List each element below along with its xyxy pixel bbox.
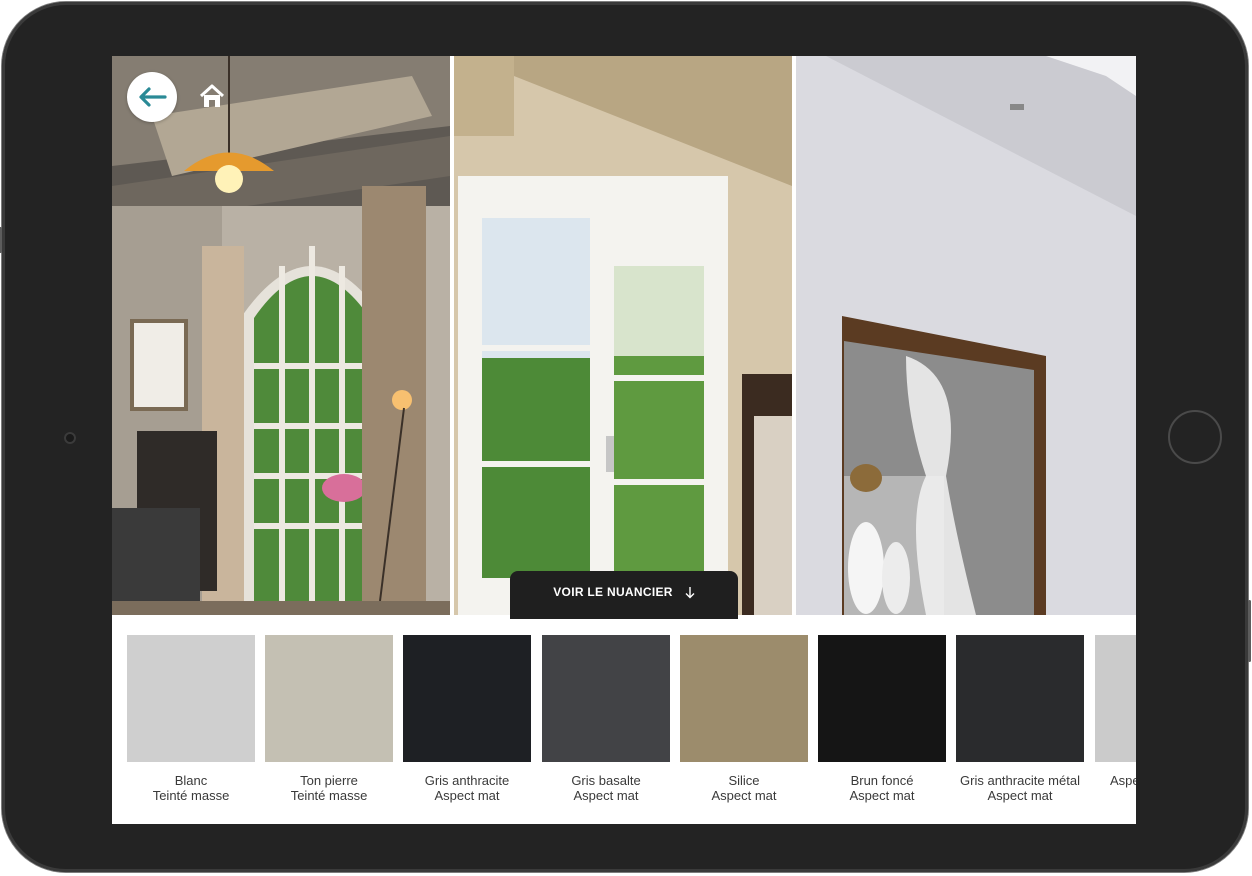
- swatch-name: Gris basalte: [571, 773, 641, 788]
- swatch-name: Ton pierre: [300, 773, 358, 788]
- interior-photo: [112, 56, 450, 615]
- swatch-color: [542, 635, 670, 762]
- voir-le-nuancier-button[interactable]: VOIR LE NUANCIER: [510, 571, 738, 619]
- window-photo: [454, 56, 792, 615]
- swatch-name: Blanc: [174, 773, 208, 788]
- swatch-brun-fonce[interactable]: Brun foncé Aspect mat: [818, 635, 946, 803]
- swatch-color: [1095, 635, 1136, 762]
- swatch-color: [127, 635, 255, 762]
- swatch-name: Gris anthracite: [424, 773, 510, 788]
- swatch-color: [956, 635, 1084, 762]
- swatch-color: [818, 635, 946, 762]
- swatch-silice[interactable]: Silice Aspect mat: [680, 635, 808, 803]
- tablet-home-button[interactable]: [1168, 410, 1222, 464]
- exterior-photo-illustration: [796, 56, 1136, 615]
- front-camera: [64, 432, 76, 444]
- voir-le-nuancier-label: VOIR LE NUANCIER: [553, 585, 673, 599]
- back-button[interactable]: [127, 72, 177, 122]
- swatch-finish: Aspect mat: [573, 788, 639, 803]
- swatch-name: Brun foncé: [850, 773, 914, 788]
- arrow-down-icon: [685, 586, 695, 598]
- swatch-gris-basalte[interactable]: Gris basalte Aspect mat: [542, 635, 670, 803]
- window-photo-illustration: [454, 56, 792, 615]
- exterior-photo: [796, 56, 1136, 615]
- swatch-blanc[interactable]: Blanc Teinté masse: [127, 635, 255, 803]
- swatch-finish: Aspect mat: [849, 788, 915, 803]
- tablet-side-button: [0, 227, 2, 253]
- swatch-partial[interactable]: Aspe: [1095, 635, 1136, 788]
- swatch-finish: Aspe: [1110, 773, 1136, 788]
- home-icon: [199, 84, 225, 107]
- swatch-color: [680, 635, 808, 762]
- swatch-color: [265, 635, 393, 762]
- swatch-name: Silice: [728, 773, 760, 788]
- app-screen: VOIR LE NUANCIER Blanc Teinté masse Ton p…: [112, 56, 1136, 824]
- photo-gallery: [112, 56, 1136, 615]
- swatch-finish: Aspect mat: [434, 788, 500, 803]
- arrow-left-icon: [139, 87, 167, 107]
- swatch-color: [403, 635, 531, 762]
- swatch-gris-anthracite[interactable]: Gris anthracite Aspect mat: [403, 635, 531, 803]
- swatch-gris-anthracite-metal[interactable]: Gris anthracite métal Aspect mat: [956, 635, 1084, 803]
- swatch-finish: Teinté masse: [152, 788, 230, 803]
- color-swatch-strip: Blanc Teinté masse Ton pierre Teinté masse…: [112, 615, 1136, 824]
- interior-photo-illustration: [112, 56, 450, 615]
- swatch-finish: Aspect mat: [987, 788, 1053, 803]
- swatch-ton-pierre[interactable]: Ton pierre Teinté masse: [265, 635, 393, 803]
- swatch-finish: Teinté masse: [290, 788, 368, 803]
- home-button[interactable]: [198, 82, 226, 110]
- tablet-side-button: [1248, 600, 1251, 662]
- swatch-name: Gris anthracite métal: [960, 773, 1080, 788]
- swatch-finish: Aspect mat: [711, 788, 777, 803]
